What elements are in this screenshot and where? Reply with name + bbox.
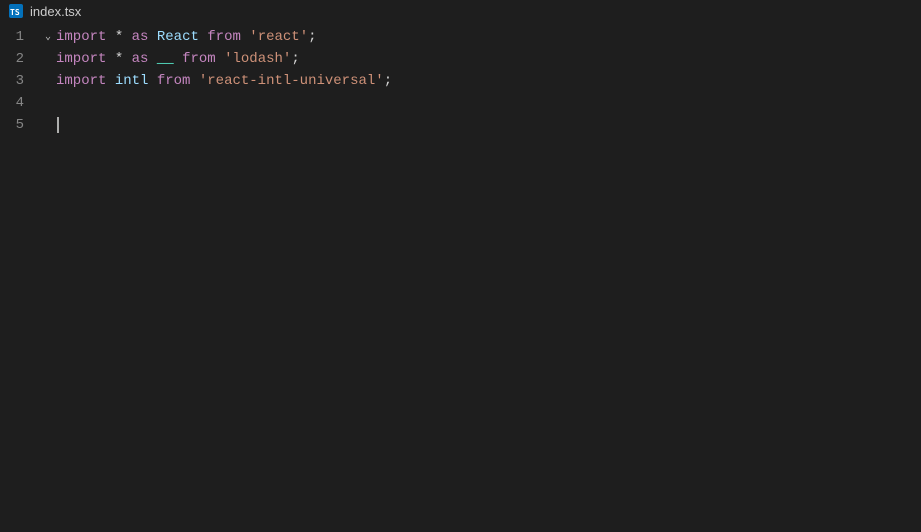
token-kw-import: import: [56, 73, 106, 89]
token-plain: [174, 51, 182, 67]
line-content: import * as __ from 'lodash';: [56, 48, 921, 70]
token-identifier-react: React: [157, 29, 199, 45]
title-bar: TS index.tsx: [0, 0, 921, 22]
line-content: import intl from 'react-intl-universal';: [56, 70, 921, 92]
token-plain: [123, 29, 131, 45]
line-content: import * as React from 'react';: [56, 26, 921, 48]
tsx-file-icon: TS: [8, 3, 24, 19]
token-plain: [190, 73, 198, 89]
line-number: 1: [0, 29, 40, 45]
file-name: index.tsx: [30, 4, 81, 19]
token-string-intl: 'react-intl-universal': [199, 73, 384, 89]
token-kw-from: from: [157, 73, 191, 89]
token-kw-import: import: [56, 51, 106, 67]
token-plain: [148, 73, 156, 89]
line-number: 3: [0, 73, 40, 89]
code-area[interactable]: 1 ⌄ import * as React from 'react'; 2 import…: [0, 22, 921, 532]
token-string-lodash: 'lodash': [224, 51, 291, 67]
token-plain: [148, 51, 156, 67]
token-punctuation: ;: [384, 73, 392, 89]
svg-text:TS: TS: [10, 8, 20, 17]
line-number: 4: [0, 95, 40, 111]
token-dot-underscore: __: [157, 51, 174, 67]
code-line: 2 import * as __ from 'lodash';: [0, 48, 921, 70]
token-kw-from: from: [182, 51, 216, 67]
token-identifier-intl: intl: [115, 73, 149, 89]
token-kw-as: as: [132, 29, 149, 45]
token-plain: [106, 51, 114, 67]
token-plain: [106, 29, 114, 45]
token-plain: [216, 51, 224, 67]
code-line: 4: [0, 92, 921, 114]
token-plain: [106, 73, 114, 89]
line-number: 2: [0, 51, 40, 67]
token-kw-from: from: [207, 29, 241, 45]
token-plain: [123, 51, 131, 67]
token-string-react: 'react': [249, 29, 308, 45]
fold-indicator[interactable]: ⌄: [40, 31, 56, 43]
token-kw-as: as: [132, 51, 149, 67]
token-punctuation: ;: [291, 51, 299, 67]
editor-container: 1 ⌄ import * as React from 'react'; 2 import…: [0, 22, 921, 532]
token-plain: [148, 29, 156, 45]
text-cursor: [57, 117, 59, 133]
token-kw-import: import: [56, 29, 106, 45]
code-line: 1 ⌄ import * as React from 'react';: [0, 26, 921, 48]
token-punctuation: ;: [308, 29, 316, 45]
token-star: *: [115, 51, 123, 67]
line-content: [56, 114, 921, 136]
code-line: 3 import intl from 'react-intl-universal'…: [0, 70, 921, 92]
code-line: 5: [0, 114, 921, 136]
token-star: *: [115, 29, 123, 45]
line-number: 5: [0, 117, 40, 133]
fold-arrow[interactable]: ⌄: [45, 31, 51, 43]
